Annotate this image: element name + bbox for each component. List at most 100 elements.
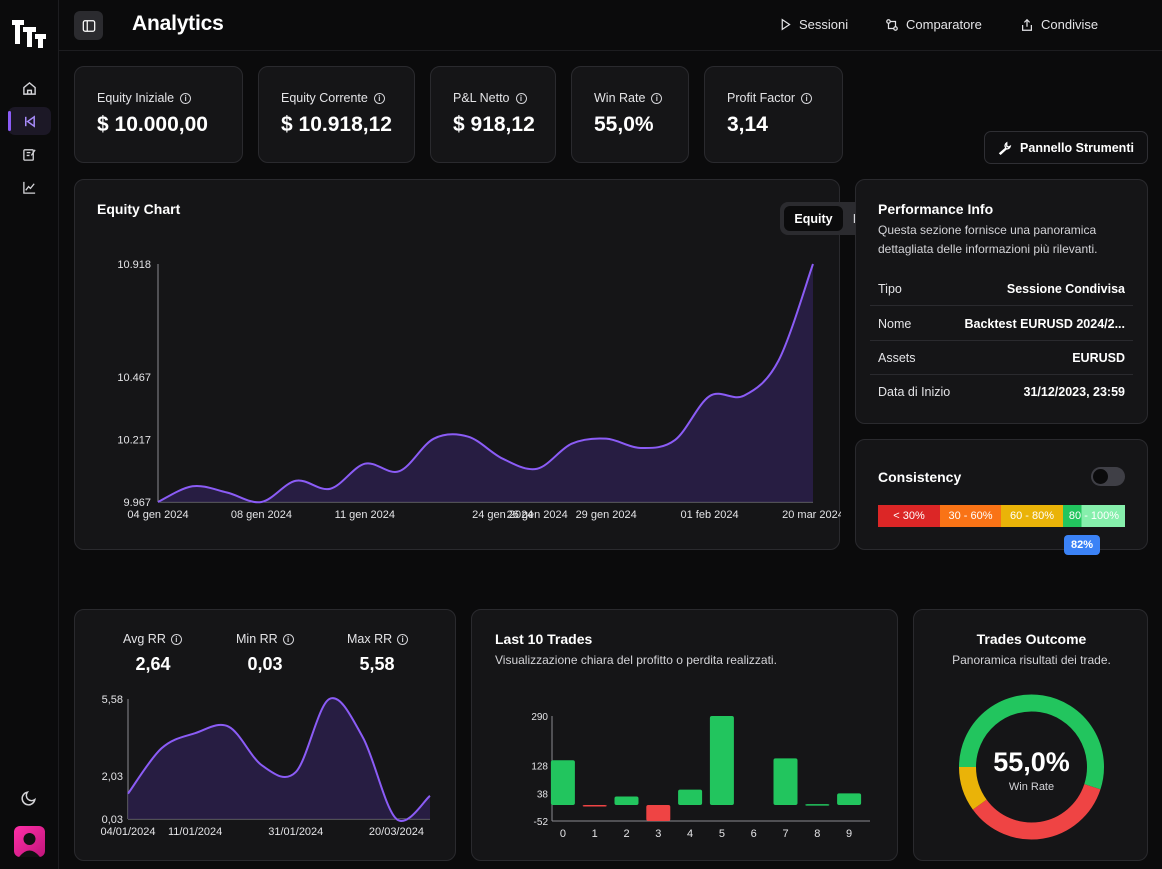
x-tick-label: 1 <box>592 828 598 840</box>
consistency-card: Consistency <box>855 439 1148 550</box>
consistency-segment: < 30% <box>878 505 940 527</box>
x-tick-label: 29 gen 2024 <box>576 509 637 521</box>
sidebar-item-home[interactable] <box>8 74 51 102</box>
perf-value: Sessione Condivisa <box>1006 281 1125 296</box>
x-tick-label: 3 <box>655 828 661 840</box>
x-tick-label: 04/01/2024 <box>100 826 155 838</box>
panel-left-icon <box>82 19 95 32</box>
trade-bar <box>646 805 671 821</box>
moon-icon <box>21 790 36 806</box>
sidebar-item-analytics[interactable] <box>8 173 51 201</box>
trade-bar <box>582 805 607 807</box>
x-tick-label: 9 <box>846 828 852 840</box>
sidebar-toggle-button[interactable] <box>74 11 103 40</box>
donut-slice <box>972 783 1101 840</box>
x-tick-label: 11/01/2024 <box>168 826 222 838</box>
x-tick-label: 26 gen 2024 <box>507 509 568 521</box>
x-tick-label: 11 gen 2024 <box>335 509 395 521</box>
theme-toggle[interactable] <box>8 783 51 811</box>
kpi-label-wrap: P&L Netto i <box>453 91 527 105</box>
outcome-label: Win Rate <box>1008 781 1055 793</box>
sidebar <box>0 0 59 869</box>
equity-chart-card: Equity Chart Equity P&L 9.96710.21710.46… <box>74 179 892 550</box>
equity-chart: 9.967 10.217 10.467 10.918 04 gen 2024 08 gen… <box>117 259 841 521</box>
x-tick-label: 20 mar 2024 <box>782 509 841 521</box>
trades-outcome-card: Trades Outcome Panoramica risultati dei … <box>913 609 1148 861</box>
nav-condivise[interactable]: Condivise <box>1020 17 1098 32</box>
performance-title: Performance Info <box>878 201 994 217</box>
nav-sessioni-label: Sessioni <box>799 17 849 32</box>
kpi-card-win-rate: Win Rate i 55,0% <box>571 66 689 163</box>
sidebar-item-journal[interactable] <box>8 140 51 168</box>
nav-sessioni[interactable]: Sessioni <box>779 17 848 32</box>
y-tick-label: 290 <box>531 712 548 723</box>
kpi-label: Profit Factor <box>727 91 796 105</box>
perf-value: Backtest EURUSD 2024/2... <box>964 316 1126 331</box>
kpi-label: P&L Netto <box>453 91 510 105</box>
edit-note-icon <box>23 148 36 161</box>
rr-area <box>128 698 430 821</box>
x-tick-label: 2 <box>623 828 629 840</box>
consistency-segment: 30 - 60% <box>940 505 1001 527</box>
consistency-value-badge: 82% <box>1064 535 1100 555</box>
x-tick-label: 08 gen 2024 <box>231 509 292 521</box>
x-tick-label: 6 <box>751 828 757 840</box>
outcome-value: 55,0% <box>993 747 1070 777</box>
info-icon[interactable]: i <box>373 92 385 104</box>
info-icon[interactable]: i <box>651 92 663 104</box>
tools-panel-button[interactable]: Pannello Strumenti <box>984 131 1148 164</box>
kpi-value: $ 10.000,00 <box>97 113 208 136</box>
trade-bar <box>709 716 734 806</box>
sidebar-item-sessions[interactable] <box>8 107 51 135</box>
avatar[interactable] <box>14 826 45 857</box>
x-tick-label: 31/01/2024 <box>268 826 323 838</box>
x-tick-label: 8 <box>814 828 820 840</box>
kpi-label-wrap: Win Rate i <box>594 91 663 105</box>
x-tick-label: 5 <box>719 828 725 840</box>
share-icon <box>1022 18 1032 31</box>
consistency-segment: 60 - 80% <box>1001 505 1063 527</box>
perf-key: Assets <box>878 350 916 365</box>
kpi-label-wrap: Equity Iniziale i <box>97 91 192 105</box>
y-tick-label: 38 <box>537 789 549 800</box>
y-tick-label: 5,58 <box>102 694 123 706</box>
perf-row-nome: Nome Backtest EURUSD 2024/2... <box>870 307 1133 341</box>
x-tick-label: 4 <box>687 828 693 840</box>
kpi-value: 55,0% <box>594 113 654 136</box>
kpi-label: Equity Iniziale <box>97 91 175 105</box>
x-tick-label: 20/03/2024 <box>369 826 424 838</box>
line-chart-icon <box>23 181 36 194</box>
kpi-label-wrap: Profit Factor i <box>727 91 813 105</box>
y-tick-label: 9.967 <box>123 497 151 509</box>
trade-bar <box>837 793 862 806</box>
perf-key: Tipo <box>878 281 902 296</box>
kpi-label-wrap: Equity Corrente i <box>281 91 385 105</box>
app-logo[interactable] <box>10 14 48 52</box>
y-tick-label: 10.918 <box>117 259 151 271</box>
topbar: Analytics Sessioni Comparatore Condivise <box>59 0 1162 51</box>
trade-bar <box>678 789 703 806</box>
last-trades-card: Last 10 Trades Visualizzazione chiara de… <box>471 609 898 861</box>
trade-bar <box>805 804 830 806</box>
trade-bar <box>773 758 798 806</box>
info-icon[interactable]: i <box>515 92 527 104</box>
tools-panel-label: Pannello Strumenti <box>1020 140 1134 155</box>
nav-comparatore-label: Comparatore <box>906 17 982 32</box>
perf-value: 31/12/2023, 23:59 <box>1023 385 1125 399</box>
nav-comparatore[interactable]: Comparatore <box>885 17 982 32</box>
info-icon[interactable]: i <box>180 92 192 104</box>
nav-condivise-label: Condivise <box>1041 17 1099 32</box>
outcome-donut-chart <box>959 694 1104 840</box>
y-tick-label: 128 <box>531 762 548 773</box>
skip-back-icon <box>25 114 35 128</box>
perf-key: Nome <box>878 316 912 331</box>
y-tick-label: -52 <box>534 817 549 828</box>
consistency-switch[interactable] <box>1091 467 1125 486</box>
equity-area <box>158 264 813 503</box>
info-icon[interactable]: i <box>801 92 813 104</box>
kpi-card-equity-corrente: Equity Corrente i $ 10.918,12 <box>258 66 415 163</box>
consistency-title: Consistency <box>878 469 962 485</box>
perf-value: EURUSD <box>1072 350 1125 365</box>
perf-row-assets: Assets EURUSD <box>870 341 1133 375</box>
y-tick-label: 10.217 <box>117 434 151 446</box>
